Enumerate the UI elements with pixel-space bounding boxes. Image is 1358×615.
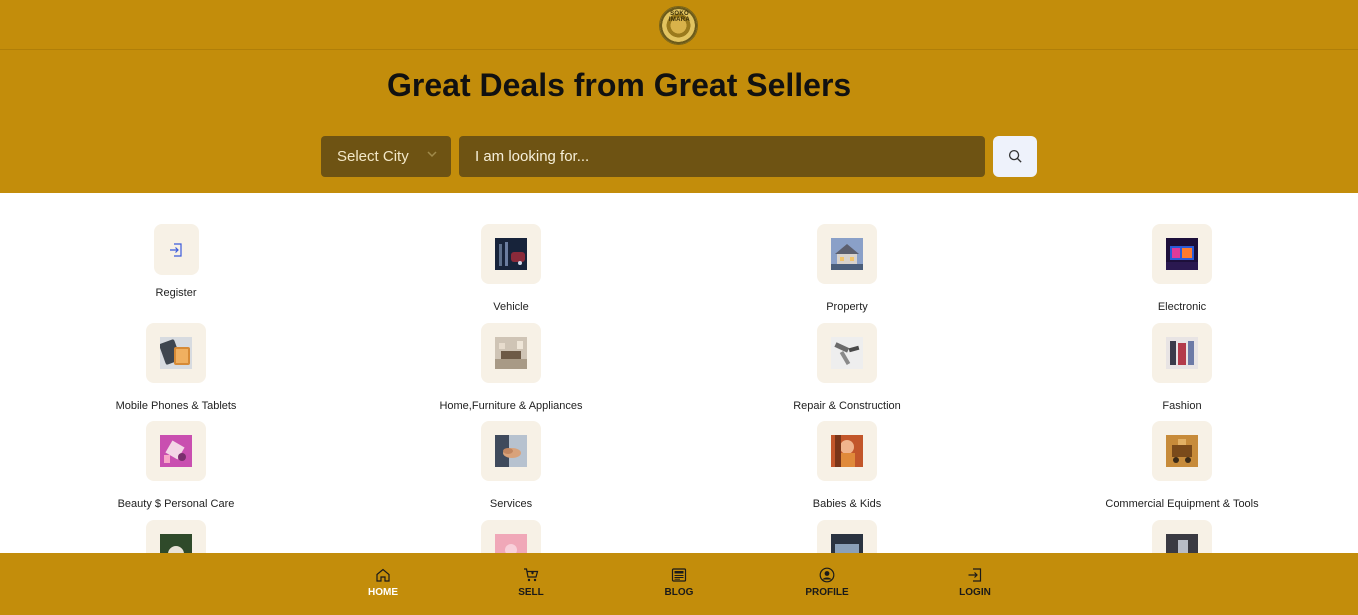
nav-profile[interactable]: PROFILE xyxy=(787,567,867,598)
category-more-1[interactable] xyxy=(76,520,276,553)
category-tile xyxy=(481,224,541,284)
pets-thumbnail xyxy=(160,534,192,553)
services-thumbnail xyxy=(495,435,527,467)
category-more-2[interactable] xyxy=(411,520,611,553)
category-property[interactable]: Property xyxy=(747,224,947,313)
category-vehicle[interactable]: Vehicle xyxy=(411,224,611,313)
category-tile xyxy=(153,224,199,275)
category-label: Commercial Equipment & Tools xyxy=(1105,498,1259,510)
category-label: Vehicle xyxy=(493,301,529,313)
babies-thumbnail xyxy=(831,435,863,467)
login-icon xyxy=(968,568,982,582)
nav-login[interactable]: LOGIN xyxy=(935,567,1015,598)
login-icon xyxy=(170,242,182,257)
fashion-thumbnail xyxy=(1166,337,1198,369)
search-placeholder: I am looking for... xyxy=(475,148,590,165)
category-electronic[interactable]: Electronic xyxy=(1082,224,1282,313)
chevron-down-icon xyxy=(427,151,437,158)
category-fashion[interactable]: Fashion xyxy=(1082,323,1282,412)
top-bar: SOKO IMARA xyxy=(0,0,1358,50)
nav-blog[interactable]: BLOG xyxy=(639,567,719,598)
category-tile xyxy=(146,520,206,553)
category-label: Home,Furniture & Appliances xyxy=(439,400,583,412)
category-tile xyxy=(146,323,206,383)
room-thumbnail xyxy=(1166,534,1198,553)
category-tile xyxy=(481,421,541,481)
nav-sell-label: SELL xyxy=(518,587,544,598)
category-more-3[interactable] xyxy=(747,520,947,553)
category-services[interactable]: Services xyxy=(411,421,611,510)
user-circle-icon xyxy=(819,567,835,583)
category-more-4[interactable] xyxy=(1082,520,1282,553)
category-tile xyxy=(1152,224,1212,284)
pink-thumbnail xyxy=(495,534,527,553)
beauty-thumbnail xyxy=(160,435,192,467)
category-babies-kids[interactable]: Babies & Kids xyxy=(747,421,947,510)
nav-login-label: LOGIN xyxy=(959,587,991,598)
nav-home-label: HOME xyxy=(368,587,398,598)
city-select-value: Select City xyxy=(337,148,409,165)
office-thumbnail xyxy=(831,534,863,553)
nav-sell[interactable]: SELL xyxy=(491,567,571,598)
electronic-thumbnail xyxy=(1166,238,1198,270)
nav-profile-label: PROFILE xyxy=(805,587,849,598)
property-thumbnail xyxy=(831,238,863,270)
category-tile xyxy=(146,421,206,481)
category-tile xyxy=(817,323,877,383)
category-label: Electronic xyxy=(1157,301,1207,313)
category-label: Register xyxy=(155,287,197,299)
cart-icon xyxy=(524,568,539,582)
furniture-thumbnail xyxy=(495,337,527,369)
phones-thumbnail xyxy=(160,337,192,369)
category-tile xyxy=(481,323,541,383)
nav-home[interactable]: HOME xyxy=(343,567,423,598)
category-label: Services xyxy=(489,498,533,510)
hero-section: Great Deals from Great Sellers Select Ci… xyxy=(0,50,1358,193)
page-title: Great Deals from Great Sellers xyxy=(387,67,852,103)
category-repair-construction[interactable]: Repair & Construction xyxy=(747,323,947,412)
search-icon xyxy=(1008,149,1022,163)
equipment-thumbnail xyxy=(1166,435,1198,467)
category-tile xyxy=(1152,323,1212,383)
category-grid: Register Vehicle Property Electronic Mob… xyxy=(0,193,1358,553)
category-home-furniture[interactable]: Home,Furniture & Appliances xyxy=(411,323,611,412)
category-label: Repair & Construction xyxy=(793,400,901,412)
search-button[interactable] xyxy=(993,136,1037,177)
category-label: Mobile Phones & Tablets xyxy=(115,400,237,412)
site-logo[interactable]: SOKO IMARA xyxy=(659,6,698,45)
category-tile xyxy=(817,520,877,553)
category-tile xyxy=(481,520,541,553)
bottom-navigation: HOME SELL BLOG PROFILE LOGIN xyxy=(0,553,1358,615)
category-tile xyxy=(817,224,877,284)
vehicle-thumbnail xyxy=(495,238,527,270)
newspaper-icon xyxy=(671,568,687,582)
tools-thumbnail xyxy=(831,337,863,369)
category-label: Fashion xyxy=(1162,400,1202,412)
home-icon xyxy=(376,568,390,582)
category-tile xyxy=(1152,421,1212,481)
category-label: Beauty $ Personal Care xyxy=(117,498,235,510)
nav-blog-label: BLOG xyxy=(664,587,694,598)
category-beauty[interactable]: Beauty $ Personal Care xyxy=(76,421,276,510)
category-tile xyxy=(1152,520,1212,553)
category-label: Property xyxy=(826,301,868,313)
category-tile xyxy=(817,421,877,481)
category-register[interactable]: Register xyxy=(76,224,276,299)
category-commercial-equipment[interactable]: Commercial Equipment & Tools xyxy=(1082,421,1282,510)
logo-text: SOKO IMARA xyxy=(668,11,691,23)
city-select[interactable]: Select City xyxy=(321,136,451,177)
search-input[interactable]: I am looking for... xyxy=(459,136,985,177)
category-mobile-phones[interactable]: Mobile Phones & Tablets xyxy=(76,323,276,412)
category-label: Babies & Kids xyxy=(812,498,882,510)
